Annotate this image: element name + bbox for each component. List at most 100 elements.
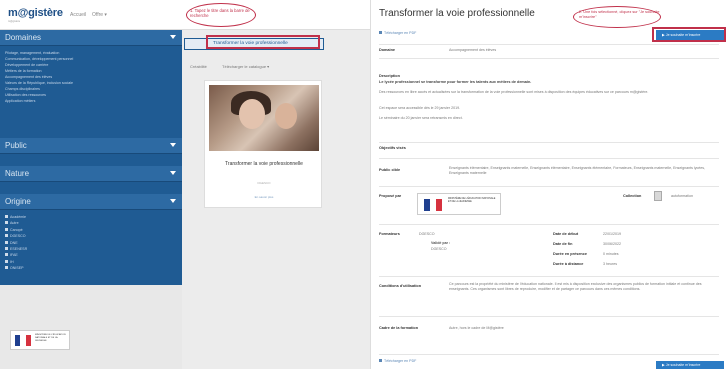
- duree-presence-label: Durée en présence: [553, 252, 587, 256]
- filter-domaines-header[interactable]: Domaines: [0, 30, 182, 46]
- document-icon: [654, 191, 662, 201]
- catalog-dropdown[interactable]: Télécharger le catalogue ▾: [222, 64, 269, 69]
- divider: [379, 142, 719, 143]
- ministry-logo: MINISTÈRE DE L'ÉDUCATION NATIONALE ET DE…: [417, 193, 501, 215]
- download-pdf-link[interactable]: Télécharger en PDF: [379, 31, 416, 35]
- origine-item-label: Canopé: [10, 227, 23, 232]
- domaine-item[interactable]: Application métiers: [5, 98, 177, 104]
- course-card[interactable]: Transformer la voie professionnelle DGES…: [204, 80, 322, 208]
- valide-value: DGESCO: [431, 247, 447, 251]
- collection-value: autoformation: [671, 194, 693, 198]
- chevron-down-icon: [170, 199, 176, 203]
- duree-presence-value: 0 minutes: [603, 252, 619, 256]
- formateurs-value: DGESCO: [419, 232, 435, 236]
- domaine-value: Accompagnement des élèves: [449, 48, 497, 52]
- filter-public-title: Public: [5, 141, 27, 150]
- domaine-label: Domaine: [379, 48, 396, 52]
- photo-figure: [239, 99, 265, 129]
- origine-item-label: DGESCO: [10, 234, 26, 239]
- conditions-value: Ce parcours est la propriété du ministèr…: [449, 282, 702, 291]
- origine-list: Académie Autre Canopé DGESCO DNE ESENESR…: [0, 210, 182, 278]
- sidebar-footer: MINISTÈRE DE L'ÉDUCATION NATIONALE ET DE…: [0, 285, 182, 369]
- ministry-logo-text: MINISTÈRE DE L'ÉDUCATION NATIONALE ET DE…: [448, 197, 496, 204]
- checkbox-icon[interactable]: [5, 253, 8, 257]
- top-bar: m@gistère m@gistère Accueil Offre ▾: [0, 0, 370, 30]
- annotation-highlight-search: [206, 35, 320, 49]
- filter-nature-header[interactable]: Nature: [0, 166, 182, 182]
- origine-item-label: ONISEP: [10, 266, 24, 271]
- domaines-list: Pilotage, management, évaluation Communi…: [0, 46, 182, 124]
- propose-label: Proposé par: [379, 194, 402, 198]
- origine-item-label: Académie: [10, 215, 26, 219]
- origine-item-label: IH: [10, 259, 14, 264]
- chevron-down-icon: [170, 171, 176, 175]
- checkbox-icon[interactable]: [5, 234, 8, 238]
- divider: [379, 158, 719, 159]
- filter-origine-title: Origine: [5, 197, 31, 206]
- checkbox-icon[interactable]: [5, 221, 8, 225]
- course-card-more-link[interactable]: En savoir plus: [205, 195, 323, 199]
- download-pdf-label: Télécharger en PDF: [384, 359, 417, 363]
- description-label: Description: [379, 74, 400, 78]
- divider: [379, 224, 719, 225]
- divider: [379, 186, 719, 187]
- public-value: Enseignants élémentaire, Enseignants mat…: [449, 166, 706, 175]
- annotation-highlight-enroll: [652, 27, 726, 42]
- filter-public-header[interactable]: Public: [0, 138, 182, 154]
- chevron-down-icon: [170, 143, 176, 147]
- origine-item[interactable]: ONISEP: [5, 265, 177, 271]
- annotation-step-2: 2. Une fois sélectionné, cliquez sur "Je…: [579, 10, 660, 19]
- course-thumbnail: [209, 85, 319, 151]
- date-debut-value: 22/01/2019: [603, 232, 621, 236]
- cadre-value: Autre, hors le cadre de M@gistère: [449, 326, 504, 330]
- enroll-button-bottom[interactable]: ▶ Je souhaite m'inscrire: [656, 361, 724, 369]
- filter-nature-title: Nature: [5, 169, 30, 178]
- download-icon: [379, 359, 382, 362]
- checkbox-icon[interactable]: [5, 247, 8, 251]
- download-pdf-link-bottom[interactable]: Télécharger en PDF: [379, 359, 416, 363]
- formateurs-label: Formateurs: [379, 232, 400, 236]
- french-flag-icon: [424, 199, 442, 211]
- checkbox-icon[interactable]: [5, 266, 8, 270]
- french-flag-icon: [15, 335, 31, 346]
- filter-label[interactable]: Créabilité: [190, 64, 207, 69]
- duree-distance-value: 3 heures: [603, 262, 617, 266]
- valide-label: Validé par :: [431, 241, 451, 245]
- date-fin-label: Date de fin: [553, 242, 573, 246]
- public-label: Public cible: [379, 168, 401, 172]
- download-pdf-label: Télécharger en PDF: [384, 31, 417, 35]
- origine-item-label: DNE: [10, 240, 18, 245]
- download-icon: [379, 31, 382, 34]
- divider: [379, 58, 719, 59]
- checkbox-icon[interactable]: [5, 215, 8, 218]
- course-detail-panel: Transformer la voie professionnelle Télé…: [370, 0, 726, 369]
- collection-label: Collection: [623, 194, 642, 198]
- origine-item-label: IFAE: [10, 253, 18, 258]
- date-fin-value: 30/06/2022: [603, 242, 621, 246]
- filter-origine-header[interactable]: Origine: [0, 194, 182, 210]
- magistere-logo[interactable]: m@gistère: [8, 7, 63, 19]
- objectifs-label: Objectifs visés: [379, 146, 406, 150]
- divider: [379, 354, 719, 355]
- checkbox-icon[interactable]: [5, 240, 8, 244]
- description-text: Des ressources en libre accès et actuali…: [379, 90, 649, 94]
- cadre-label: Cadre de la formation: [379, 326, 419, 330]
- divider: [379, 276, 719, 277]
- conditions-label: Conditions d'utilisation: [379, 284, 422, 288]
- nav-offre[interactable]: Offre ▾: [92, 12, 107, 18]
- origine-item-label: ESENESR: [10, 247, 28, 252]
- duree-distance-label: Durée à distance: [553, 262, 584, 266]
- photo-figure: [275, 103, 297, 129]
- description-text: Cet espace sera accessible dès le 29 jan…: [379, 106, 461, 110]
- divider: [379, 44, 719, 45]
- results-column: Transformer la voie professionnelle Créa…: [182, 30, 370, 369]
- ministry-logo-text: MINISTÈRE DE L'ÉDUCATION NATIONALE ET DE…: [35, 334, 66, 342]
- nav-accueil[interactable]: Accueil: [70, 12, 86, 18]
- annotation-step-1: 1. Tapez le titre dans la barre de reche…: [190, 8, 250, 18]
- checkbox-icon[interactable]: [5, 227, 8, 231]
- checkbox-icon[interactable]: [5, 259, 8, 263]
- origine-item-label: Autre: [10, 221, 19, 226]
- enroll-button-label: Je souhaite m'inscrire: [665, 363, 701, 367]
- course-card-title[interactable]: Transformer la voie professionnelle: [205, 161, 323, 167]
- divider: [379, 316, 719, 317]
